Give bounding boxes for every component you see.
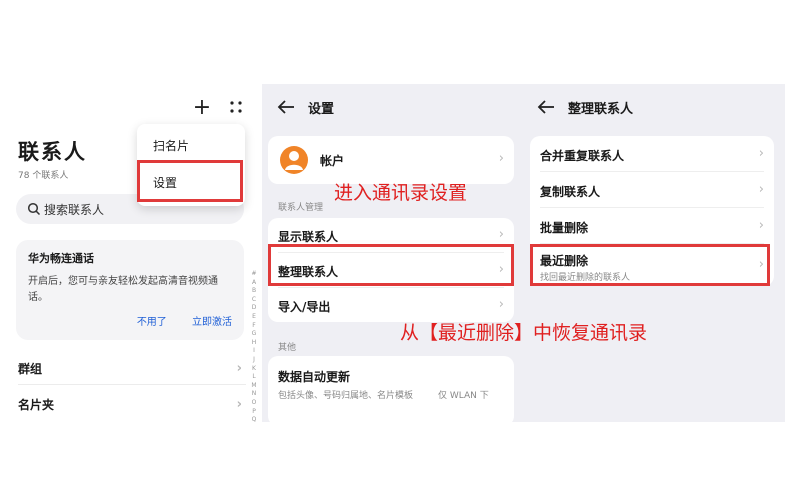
search-placeholder: 搜索联系人 [44, 203, 105, 217]
chevron-right-icon: › [498, 297, 504, 312]
add-contact-button[interactable]: + [190, 96, 214, 120]
cards-label: 名片夹 [18, 398, 55, 412]
auto-update-desc: 包括头像、号码归属地、名片模板 [278, 391, 414, 401]
page-title: 设置 [308, 102, 335, 117]
alphabet-letter[interactable]: H [249, 339, 259, 348]
alphabet-letter[interactable]: J [249, 356, 259, 365]
annotation-restore: 从【最近删除】中恢复通讯录 [400, 322, 648, 344]
merge-duplicates-row[interactable]: 合并重复联系人 › [530, 136, 774, 171]
alphabet-index[interactable]: #ABCDEFGHIJKLMNOPQRSTUVWXYZ [249, 270, 259, 422]
chevron-right-icon: › [236, 361, 242, 376]
avatar [280, 146, 308, 174]
chevron-right-icon: › [758, 218, 764, 233]
chevron-right-icon: › [236, 397, 242, 412]
search-icon [27, 202, 41, 216]
import-export-row[interactable]: 导入/导出 › [268, 288, 514, 322]
batch-delete-row[interactable]: 批量删除 › [530, 208, 774, 243]
annotation-enter-settings: 进入通讯录设置 [334, 182, 468, 204]
more-dots-icon [230, 101, 242, 113]
groups-label: 群组 [18, 362, 43, 376]
chevron-right-icon: › [758, 146, 764, 161]
copy-contacts-label: 复制联系人 [540, 185, 601, 199]
recently-deleted-highlight [530, 244, 770, 286]
alphabet-letter[interactable]: P [249, 408, 259, 417]
import-export-label: 导入/导出 [278, 300, 331, 314]
alphabet-letter[interactable]: D [249, 304, 259, 313]
settings-panel: 设置 帐户 › 联系人管理 显示联系人 › 整理联系人 › 导入/导出 › 其他… [262, 84, 522, 422]
enable-button[interactable]: 立即激活 [192, 317, 232, 328]
alphabet-letter[interactable]: M [249, 382, 259, 391]
alphabet-letter[interactable]: A [249, 279, 259, 288]
alphabet-letter[interactable]: C [249, 296, 259, 305]
settings-highlight [137, 160, 243, 202]
more-menu-button[interactable] [226, 96, 248, 120]
organize-highlight [268, 244, 514, 286]
promo-desc: 开启后，您可与亲友轻松发起高清音视频通话。 [28, 276, 218, 303]
display-contacts-label: 显示联系人 [278, 230, 339, 244]
chevron-right-icon: › [758, 182, 764, 197]
chevron-right-icon: › [498, 151, 504, 166]
alphabet-letter[interactable]: Q [249, 416, 259, 422]
account-label: 帐户 [320, 154, 345, 168]
section-manage-header: 联系人管理 [278, 203, 324, 213]
contacts-panel: + 联系人 78 个联系人 搜索联系人 华为畅连通话 开启后，您可与亲友轻松发起… [0, 84, 262, 422]
alphabet-letter[interactable]: B [249, 287, 259, 296]
page-title: 整理联系人 [568, 102, 634, 117]
page-title: 联系人 [18, 140, 87, 164]
alphabet-letter[interactable]: E [249, 313, 259, 322]
contact-count: 78 个联系人 [18, 171, 69, 181]
promo-title: 华为畅连通话 [28, 252, 94, 265]
back-arrow-icon[interactable] [276, 98, 296, 116]
back-arrow-icon[interactable] [536, 98, 556, 116]
promo-card: 华为畅连通话 开启后，您可与亲友轻松发起高清音视频通话。 不用了 立即激活 [16, 240, 244, 340]
alphabet-letter[interactable]: N [249, 390, 259, 399]
auto-update-title: 数据自动更新 [278, 370, 351, 384]
section-other-header: 其他 [278, 343, 297, 353]
auto-update-row[interactable]: 数据自动更新 包括头像、号码归属地、名片模板 仅 WLAN 下 [268, 356, 514, 422]
alphabet-letter[interactable]: K [249, 365, 259, 374]
alphabet-letter[interactable]: F [249, 322, 259, 331]
batch-delete-label: 批量删除 [540, 221, 589, 235]
menu-item-scan-card[interactable]: 扫名片 [153, 137, 189, 154]
cards-row[interactable]: 名片夹 › [18, 388, 246, 422]
alphabet-letter[interactable]: I [249, 347, 259, 356]
alphabet-letter[interactable]: O [249, 399, 259, 408]
alphabet-letter[interactable]: # [249, 270, 259, 279]
user-icon [285, 151, 303, 170]
groups-row[interactable]: 群组 › [18, 352, 246, 386]
copy-contacts-row[interactable]: 复制联系人 › [530, 172, 774, 207]
chevron-right-icon: › [498, 227, 504, 242]
divider [18, 384, 246, 385]
auto-update-value: 仅 WLAN 下 [438, 391, 489, 401]
account-row[interactable]: 帐户 › [268, 136, 514, 184]
merge-duplicates-label: 合并重复联系人 [540, 149, 625, 163]
dismiss-button[interactable]: 不用了 [137, 317, 167, 328]
alphabet-letter[interactable]: G [249, 330, 259, 339]
organize-contacts-panel: 整理联系人 合并重复联系人 › 复制联系人 › 批量删除 › 最近删除 找回最近… [522, 84, 785, 422]
alphabet-letter[interactable]: L [249, 373, 259, 382]
